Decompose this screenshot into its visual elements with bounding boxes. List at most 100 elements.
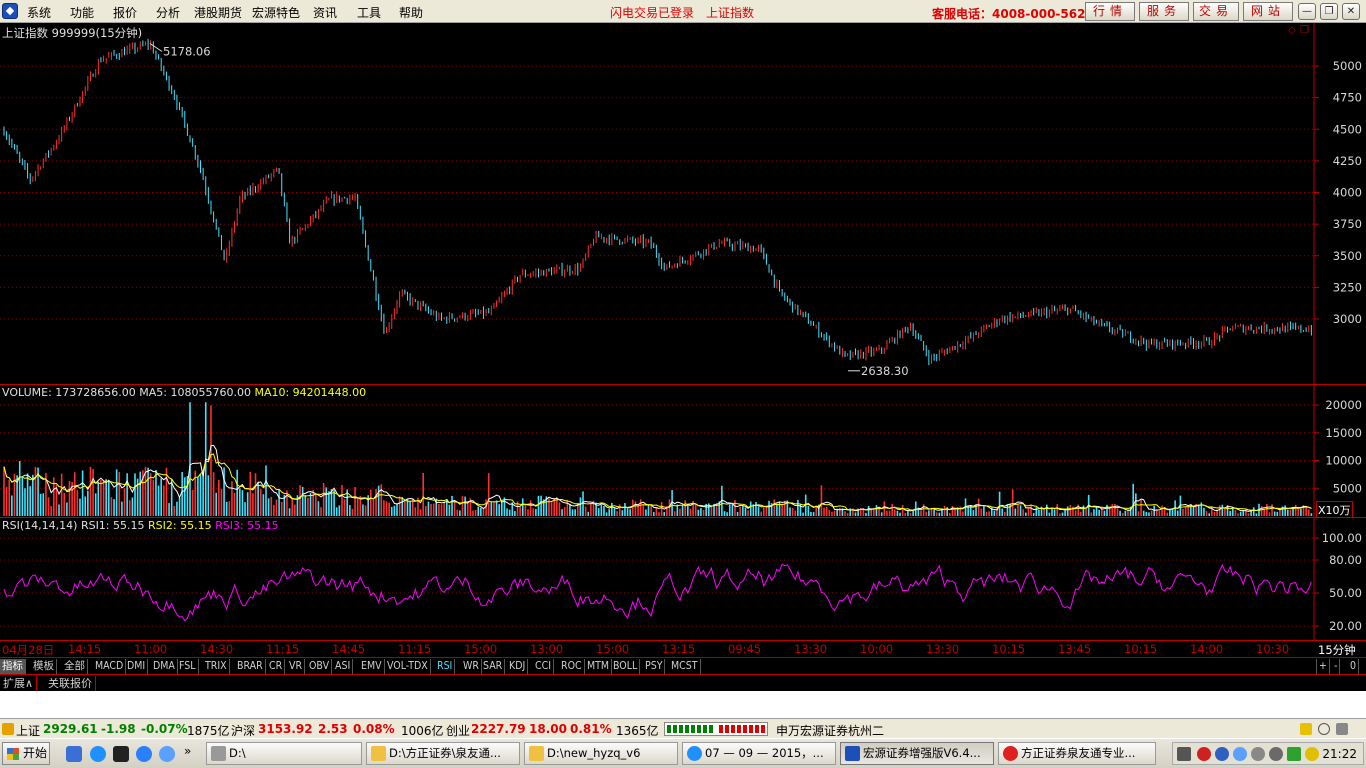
- tab-psy[interactable]: PSY: [643, 659, 666, 674]
- task-browser[interactable]: 07 — 09 — 2015，...: [682, 742, 836, 765]
- task-hongyuan[interactable]: 宏源证券增强版V6.4...: [840, 742, 994, 765]
- rsi-chart[interactable]: 100.00 80.00 50.00 20.00: [0, 518, 1366, 641]
- quicklaunch-more-icon[interactable]: »: [184, 744, 191, 758]
- ie-icon: [687, 746, 702, 761]
- tab-fsl[interactable]: FSL: [177, 659, 199, 674]
- app-tray-icon[interactable]: [1305, 747, 1319, 761]
- tab-brar[interactable]: BRAR: [235, 659, 266, 674]
- quote-bar-icon[interactable]: [2, 723, 14, 735]
- rsi-tick-label: 100.00: [1322, 531, 1362, 545]
- tab-mtm[interactable]: MTM: [585, 659, 613, 674]
- menu-info[interactable]: 资讯: [313, 4, 337, 21]
- menu-tools[interactable]: 工具: [357, 4, 381, 21]
- tab-boll[interactable]: BOLL: [611, 659, 641, 674]
- network-tray-icon[interactable]: [1233, 747, 1247, 761]
- price-chart[interactable]: 5000 4750 4500 4250 4000 3750 3500 3250 3000 5178…: [0, 23, 1366, 384]
- rsi2-label: RSI2: 55.15: [148, 519, 212, 532]
- time-axis: 04月28日 14:15 11:00 14:30 11:15 14:45 11:…: [0, 640, 1366, 658]
- rsi1-label: RSI1: 55.15: [80, 519, 145, 532]
- minimize-icon[interactable]: —: [1298, 3, 1316, 20]
- tab-vr[interactable]: VR: [287, 659, 306, 674]
- zoom-in-button[interactable]: +: [1316, 659, 1330, 674]
- tab-kdj[interactable]: KDJ: [507, 659, 529, 674]
- tab-trix[interactable]: TRIX: [203, 659, 230, 674]
- restore-icon[interactable]: ❐: [1320, 3, 1338, 20]
- hs-pct: 0.08%: [353, 722, 395, 736]
- market-button[interactable]: 行情: [1085, 2, 1135, 21]
- shield-icon[interactable]: [1215, 747, 1229, 761]
- menu-hongyuan[interactable]: 宏源特色: [252, 4, 300, 21]
- show-desktop-icon[interactable]: [66, 746, 82, 762]
- time-label: 15:00: [464, 642, 498, 656]
- tab-macd[interactable]: MACD: [93, 659, 127, 674]
- messenger-icon[interactable]: [159, 746, 175, 762]
- task-label: 07 — 09 — 2015，...: [705, 746, 824, 760]
- volume-chart[interactable]: 20000 15000 10000 5000: [0, 385, 1366, 518]
- website-button[interactable]: 网站: [1243, 2, 1293, 21]
- tab-expand[interactable]: 扩展∧: [0, 676, 38, 691]
- period-label[interactable]: 15分钟: [1318, 642, 1356, 658]
- tab-indicator[interactable]: 指标: [0, 659, 26, 674]
- tab-obv[interactable]: OBV: [307, 659, 333, 674]
- tab-cr[interactable]: CR: [267, 659, 286, 674]
- diamond-icon[interactable]: ◇: [1288, 25, 1296, 36]
- sh-change: -1.98: [101, 722, 136, 736]
- volume-panel[interactable]: 20000 15000 10000 5000 VOLUME: 173728656.00…: [0, 384, 1366, 519]
- tab-emv[interactable]: EMV: [359, 659, 385, 674]
- volume-icon[interactable]: [1251, 747, 1265, 761]
- start-button[interactable]: 开始: [2, 742, 50, 765]
- tab-vol-tdx[interactable]: VOL-TDX: [385, 659, 431, 674]
- tab-rsi[interactable]: RSI: [435, 659, 456, 674]
- menu-hk-futures[interactable]: 港股期货: [194, 4, 242, 21]
- keyboard-icon[interactable]: [1177, 747, 1191, 761]
- broker-name: 申万宏源证券杭州二: [776, 724, 885, 738]
- ie-icon[interactable]: [90, 746, 106, 762]
- menu-quote[interactable]: 报价: [113, 4, 137, 21]
- tab-related-quotes[interactable]: 关联报价: [45, 676, 96, 691]
- time-label: 10:00: [860, 642, 894, 656]
- zoom-out-button[interactable]: -: [1332, 659, 1341, 674]
- window-icon[interactable]: ❐: [1300, 25, 1309, 36]
- menu-system[interactable]: 系统: [27, 4, 51, 21]
- update-icon[interactable]: [1287, 747, 1301, 761]
- service-button[interactable]: 服务: [1139, 2, 1189, 21]
- security-icon[interactable]: [1269, 747, 1283, 761]
- signal-icon[interactable]: [1318, 723, 1330, 735]
- task-folder-hyzq[interactable]: D:\new_hyzq_v6: [524, 742, 678, 765]
- task-fangzheng[interactable]: 方正证券泉友通专业...: [998, 742, 1156, 765]
- sh-amount: 1875亿: [187, 724, 230, 738]
- tab-dmi[interactable]: DMI: [125, 659, 149, 674]
- tab-dma[interactable]: DMA: [151, 659, 178, 674]
- browser-icon[interactable]: [136, 746, 152, 762]
- sh-label: 上证: [16, 724, 41, 738]
- tab-roc[interactable]: ROC: [559, 659, 585, 674]
- high-price-label: 5178.06: [163, 44, 211, 58]
- tab-wr[interactable]: WR: [461, 659, 482, 674]
- tab-all[interactable]: 全部: [62, 659, 88, 674]
- reset-button[interactable]: 0: [1348, 659, 1360, 674]
- tab-mcst[interactable]: MCST: [669, 659, 701, 674]
- trade-button[interactable]: 交易: [1193, 2, 1239, 21]
- alert-icon[interactable]: [1300, 723, 1312, 735]
- task-folder-fangzheng[interactable]: D:\方正证券\泉友通...: [366, 742, 520, 765]
- volume-tick-label: 5000: [1333, 481, 1362, 495]
- tab-asi[interactable]: ASI: [333, 659, 354, 674]
- app-logo-icon[interactable]: [2, 3, 18, 19]
- tab-sar[interactable]: SAR: [481, 659, 506, 674]
- rsi-panel[interactable]: 100.00 80.00 50.00 20.00 RSI(14,14,14) RSI1…: [0, 517, 1366, 641]
- close-icon[interactable]: ✕: [1342, 3, 1360, 20]
- drive-icon: [211, 746, 226, 761]
- console-icon[interactable]: [113, 746, 129, 762]
- task-d-drive[interactable]: D:\: [206, 742, 362, 765]
- menu-help[interactable]: 帮助: [399, 4, 423, 21]
- menu-bar: 系统 功能 报价 分析 港股期货 宏源特色 资讯 工具 帮助 闪电交易已登录 上…: [0, 0, 1366, 23]
- menu-analysis[interactable]: 分析: [156, 4, 180, 21]
- network-icon[interactable]: [1336, 723, 1348, 735]
- current-index-name: 上证指数: [706, 6, 755, 20]
- price-chart-panel[interactable]: 5000 4750 4500 4250 4000 3750 3500 3250 3000 5178…: [0, 23, 1366, 384]
- tab-cci[interactable]: CCI: [533, 659, 554, 674]
- time-label: 10:15: [992, 642, 1026, 656]
- antivirus-icon[interactable]: [1197, 747, 1211, 761]
- menu-function[interactable]: 功能: [70, 4, 94, 21]
- tab-template[interactable]: 模板: [31, 659, 57, 674]
